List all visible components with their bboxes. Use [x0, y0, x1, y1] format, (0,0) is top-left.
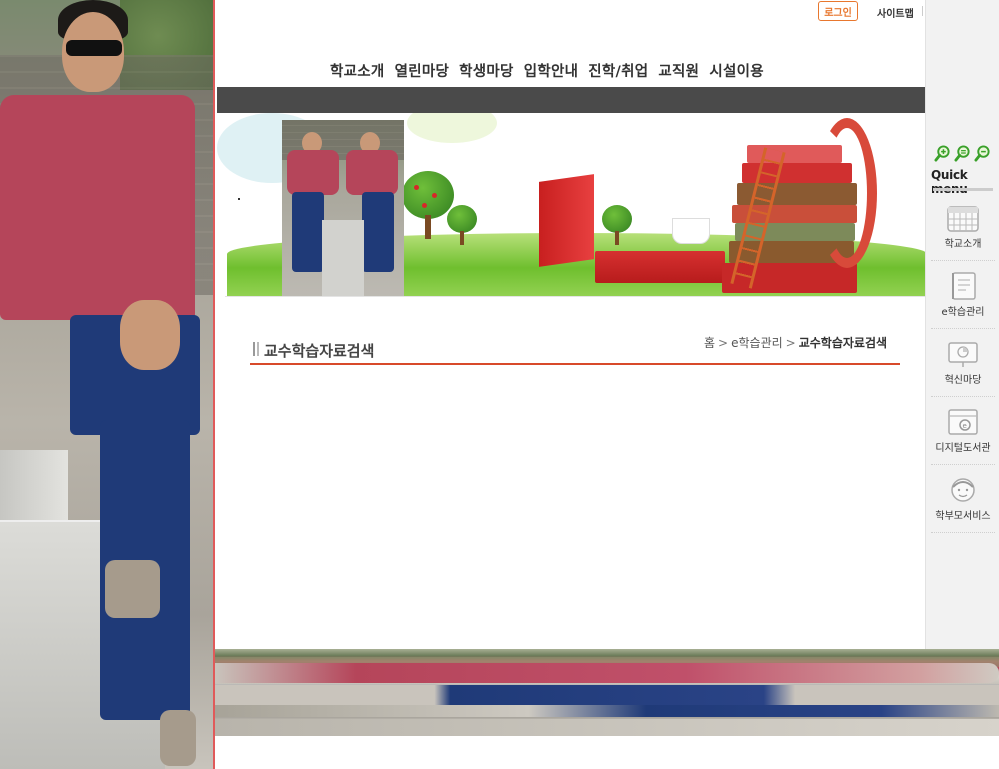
gnb-item-admission[interactable]: 입학안내 — [524, 60, 579, 81]
book-spiral — [817, 118, 877, 268]
red-book-door — [539, 174, 594, 267]
coffee-cup — [672, 218, 710, 244]
sitemap-link[interactable]: 사이트맵 — [877, 5, 914, 20]
banner-photo-overlay — [282, 120, 404, 297]
quick-item-digital-library[interactable]: e 디지털도서관 — [931, 401, 995, 465]
site-header: 로그인 사이트맵 학교소개 열린마당 학생마당 입학안내 진학/취업 교직원 시… — [217, 0, 925, 87]
quick-item-parent-service[interactable]: 학부모서비스 — [931, 469, 995, 533]
login-button[interactable]: 로그인 — [818, 1, 858, 21]
quick-item-label: e학습관리 — [941, 307, 985, 318]
title-marker — [253, 342, 259, 356]
apple-tree — [447, 205, 479, 245]
main-banner — [217, 113, 925, 297]
person-figure — [0, 0, 213, 769]
quick-item-school-intro[interactable]: 학교소개 — [931, 197, 995, 261]
banner-divider — [225, 296, 925, 297]
notebook-icon — [952, 272, 976, 300]
breadcrumb-home[interactable]: 홈 — [704, 334, 715, 351]
gnb-item-staff[interactable]: 교직원 — [658, 60, 699, 81]
banner-dot — [238, 198, 240, 200]
page-title: 교수학습자료검색 — [264, 342, 375, 360]
sub-navigation-bar — [217, 87, 925, 113]
zoom-reset-icon[interactable] — [954, 145, 971, 162]
library-icon: e — [948, 409, 978, 435]
banner-decoration — [407, 113, 497, 143]
quick-item-label: 학교소개 — [944, 239, 982, 250]
breadcrumb-level1[interactable]: e학습관리 — [731, 334, 783, 351]
title-underline — [250, 363, 900, 365]
zoom-in-icon[interactable] — [934, 145, 951, 162]
breadcrumb-current: 교수학습자료검색 — [798, 336, 888, 350]
gnb-item-student[interactable]: 학생마당 — [459, 60, 514, 81]
gnb-item-open-forum[interactable]: 열린마당 — [395, 60, 450, 81]
quick-item-label: 학부모서비스 — [935, 511, 991, 522]
global-navigation: 학교소개 열린마당 학생마당 입학안내 진학/취업 교직원 시설이용 — [330, 60, 764, 81]
gnb-item-facilities[interactable]: 시설이용 — [709, 60, 764, 81]
calendar-icon — [947, 206, 979, 232]
book — [595, 251, 725, 283]
header-divider — [922, 6, 923, 16]
svg-text:e: e — [963, 422, 967, 430]
breadcrumb-separator: > — [785, 335, 796, 350]
quick-item-innovation[interactable]: 혁신마당 — [931, 333, 995, 397]
gnb-item-career[interactable]: 진학/취업 — [588, 60, 648, 81]
bottom-photo-overlay — [215, 649, 999, 736]
gnb-item-school-intro[interactable]: 학교소개 — [330, 60, 385, 81]
presentation-icon — [948, 342, 978, 367]
apple-tree — [602, 205, 634, 245]
quick-menu: Quick menu 학교소개 e학습관리 혁신마당 e — [925, 0, 999, 649]
breadcrumb: 홈 > e학습관리 > 교수학습자료검색 — [704, 334, 887, 351]
breadcrumb-separator: > — [718, 335, 729, 350]
quick-item-label: 혁신마당 — [944, 375, 982, 386]
left-photo-overlay — [0, 0, 215, 769]
quick-item-label: 디지털도서관 — [935, 443, 991, 454]
quick-menu-title: Quick menu — [931, 168, 968, 196]
quick-item-e-learning[interactable]: e학습관리 — [931, 265, 995, 329]
parent-face-icon — [951, 478, 975, 502]
zoom-controls — [934, 145, 991, 162]
quick-menu-divider — [933, 188, 993, 191]
zoom-out-icon[interactable] — [974, 145, 991, 162]
